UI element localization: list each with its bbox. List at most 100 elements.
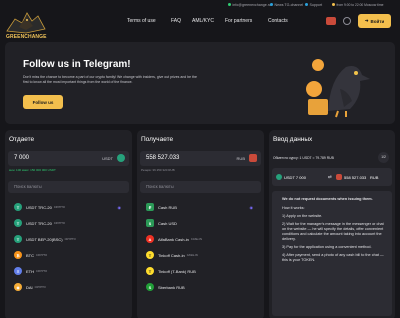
selected-indicator-icon: ◉ [117, 204, 122, 210]
give-title: Отдаете [9, 136, 35, 143]
network-tag: CRYPTO [64, 237, 76, 241]
currency-name: USDT TRC-20 [26, 220, 52, 226]
eth-icon: Ξ [14, 267, 22, 275]
swap-arrows-icon: ⇄ [328, 174, 332, 179]
give-search-input[interactable]: Поиск валюты [8, 181, 129, 193]
currency-name: Sberbank RUB [158, 284, 185, 290]
email-text[interactable]: info@greenexchange.ru [233, 3, 271, 7]
selected-indicator-icon: ◉ [249, 204, 254, 210]
list-item[interactable]: Ξ ETH CRYPTO [8, 263, 129, 279]
email-link[interactable]: info@greenexchange.ru [228, 3, 271, 7]
rub-icon [336, 174, 342, 180]
nav-aml-kyc[interactable]: AML/KYC [192, 18, 214, 24]
nav-partners[interactable]: For partners [225, 18, 252, 24]
top-info-bar: info@greenexchange.ru News TG-channel Su… [0, 0, 400, 9]
currency-name: AlfaBank Cash-in [158, 236, 189, 242]
usdt-icon: T [14, 219, 22, 227]
news-link[interactable]: News TG-channel [270, 3, 303, 7]
raven-logo-icon [6, 12, 46, 34]
dai-icon: ◈ [14, 283, 22, 291]
list-item[interactable]: A AlfaBank Cash-in CASH-IN [140, 231, 261, 247]
language-switch[interactable] [326, 17, 336, 25]
logo[interactable]: GREENCHANGE [5, 9, 47, 41]
list-item[interactable]: T USDT TRC-20 CRYPTO [8, 215, 129, 231]
currency-name: Tinkoff (T-Bank) RUB [158, 268, 196, 274]
receive-amount-field[interactable]: 558 527.033 RUB [140, 151, 261, 166]
login-icon: ➜ [364, 18, 369, 23]
hours-text: from 9:00 to 22:00 Moscow time [336, 2, 384, 7]
network-tag: CASH-IN [190, 237, 202, 241]
news-text[interactable]: News TG-channel [275, 3, 304, 7]
login-label: Войти [370, 18, 385, 24]
cash-icon: $ [146, 219, 154, 227]
follow-us-label: Follow us [32, 99, 54, 105]
telegram-banner: Follow us in Telegram! Don't miss the ch… [5, 42, 395, 124]
list-item[interactable]: T USDT TRC-20 CRYPTO ◉ [8, 199, 129, 215]
give-panel: Отдаете 7 000 USDT мин: 100 макс: 150 00… [5, 130, 132, 318]
chat-icon [305, 3, 308, 6]
theme-toggle-icon[interactable] [343, 17, 351, 25]
notice-text: We do not request documents when issuing… [282, 197, 373, 201]
list-item[interactable]: ◈ DAI CRYPTO [8, 279, 129, 295]
give-limits: мин: 100 макс: 150 000 000 USDT [9, 168, 56, 172]
network-tag: CRYPTO [36, 253, 48, 257]
clock-icon [332, 3, 335, 6]
receive-reserve: Резерв: 36 250 320 RUB [141, 168, 175, 172]
currency-name: DAI [26, 284, 33, 290]
receive-title: Получаете [141, 136, 174, 143]
receive-search-input[interactable]: Поиск валюты [140, 181, 261, 193]
usdt-icon [276, 174, 282, 180]
give-amount-field[interactable]: 7 000 USDT [8, 151, 129, 166]
receive-panel: Получаете 558 527.033 RUB Резерв: 36 250… [137, 130, 264, 318]
working-hours: from 9:00 to 22:00 Moscow time [332, 3, 383, 7]
follow-us-button[interactable]: Follow us [23, 95, 63, 109]
usdt-icon [117, 154, 125, 162]
list-item[interactable]: T Tinkoff (T-Bank) RUB [140, 263, 261, 279]
network-tag: CRYPTO [53, 221, 65, 225]
network-tag: CRYPTO [53, 205, 65, 209]
list-item[interactable]: ₽ Cash RUB ◉ [140, 199, 261, 215]
nav-faq[interactable]: FAQ [171, 18, 181, 24]
receive-currency-label: RUB [236, 156, 245, 161]
give-currency-label: USDT [102, 156, 113, 161]
nav-terms[interactable]: Terms of use [127, 18, 156, 24]
step-text: 2) Wait for the manager's message in the… [282, 222, 384, 241]
banner-title: Follow us in Telegram! [23, 59, 131, 70]
receive-amount-value[interactable]: 558 527.033 [146, 155, 179, 161]
how-it-works-heading: How it works: [282, 206, 305, 210]
usdt-icon: T [14, 203, 22, 211]
list-item[interactable]: ₿ BTC CRYPTO [8, 247, 129, 263]
support-link[interactable]: Support [305, 3, 322, 7]
network-tag: CRYPTO [36, 269, 48, 273]
mail-icon [228, 3, 231, 6]
rub-icon [249, 154, 257, 162]
telegram-icon [270, 3, 273, 6]
network-tag: CASH-IN [186, 253, 198, 257]
summary-from: USDT 7 000 [284, 174, 306, 180]
usdt-icon: T [14, 235, 22, 243]
tinkoff-icon: T [146, 251, 154, 259]
tinkoff-icon: T [146, 267, 154, 275]
step-text: 1) Apply on the website. [282, 214, 323, 218]
login-button[interactable]: ➜ Войти [358, 14, 391, 28]
nav-contacts[interactable]: Contacts [268, 18, 288, 24]
support-text[interactable]: Support [310, 3, 323, 7]
sberbank-icon: S [146, 283, 154, 291]
currency-name: USDT BEP-20(BSC) [26, 236, 63, 242]
rate-timer: 1/2 [378, 152, 389, 163]
list-item[interactable]: $ Cash USD [140, 215, 261, 231]
list-item[interactable]: T USDT BEP-20(BSC) CRYPTO [8, 231, 129, 247]
alfabank-icon: A [146, 235, 154, 243]
give-amount-value[interactable]: 7 000 [14, 155, 29, 161]
exchange-summary: USDT 7 000 ⇄ 558 527.033 RUB [272, 168, 392, 186]
currency-name: BTC [26, 252, 34, 258]
summary-to-currency: RUB [370, 174, 379, 180]
currency-name: Cash USD [158, 220, 177, 226]
raven-mascot-icon [306, 59, 370, 118]
step-text: 3) Pay for the application using a conve… [282, 245, 372, 249]
list-item[interactable]: S Sberbank RUB [140, 279, 261, 295]
currency-name: USDT TRC-20 [26, 204, 52, 210]
list-item[interactable]: T Tinkoff Cash-in CASH-IN [140, 247, 261, 263]
instructions-box: We do not request documents when issuing… [272, 191, 392, 316]
btc-icon: ₿ [14, 251, 22, 259]
